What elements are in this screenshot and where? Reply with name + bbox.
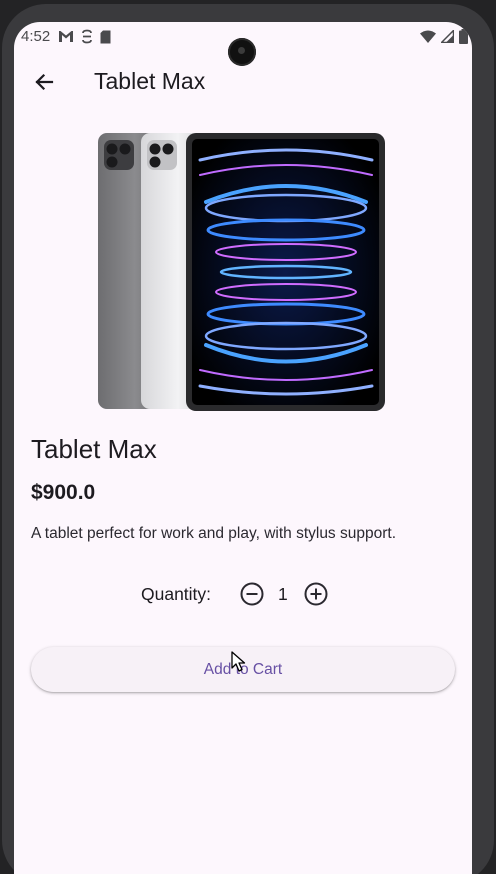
signal-icon	[441, 30, 454, 43]
product-name: Tablet Max	[31, 434, 157, 464]
decrease-quantity-button[interactable]	[239, 581, 265, 607]
sync-icon	[82, 29, 92, 44]
quantity-stepper: Quantity: 1	[14, 578, 472, 610]
app-screen: 4:52 Tablet Max Tablet Max $900.0 A tabl…	[14, 22, 472, 874]
arrow-back-icon	[35, 73, 54, 91]
add-circle-icon	[304, 582, 328, 606]
back-button[interactable]	[28, 66, 60, 98]
increase-quantity-button[interactable]	[303, 581, 329, 607]
gmail-icon	[59, 31, 73, 42]
status-system-icons	[420, 29, 468, 44]
status-time: 4:52	[21, 28, 51, 45]
status-notification-icons	[58, 29, 111, 44]
app-bar: Tablet Max	[14, 60, 472, 104]
battery-icon	[459, 29, 468, 44]
quantity-value: 1	[278, 584, 288, 604]
product-price: $900.0	[31, 481, 96, 504]
quantity-label: Quantity:	[141, 584, 212, 604]
product-image	[98, 133, 385, 411]
wifi-icon	[420, 30, 436, 43]
mouse-cursor-icon	[231, 651, 246, 672]
remove-circle-icon	[240, 582, 264, 606]
device-frame: 4:52 Tablet Max Tablet Max $900.0 A tabl…	[0, 0, 496, 874]
sd-card-icon	[100, 30, 111, 43]
product-description: A tablet perfect for work and play, with…	[31, 525, 396, 542]
page-title: Tablet Max	[94, 68, 206, 94]
